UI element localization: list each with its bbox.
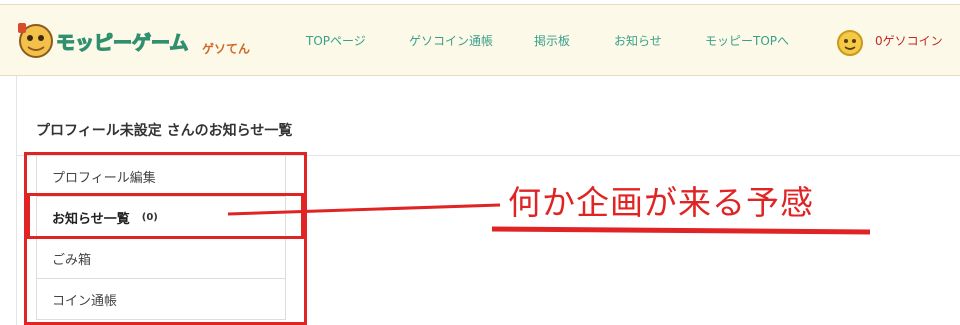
annotation-arrow-lines xyxy=(227,203,871,235)
annotation-caption: 何か企画が来る予感 xyxy=(508,183,814,222)
